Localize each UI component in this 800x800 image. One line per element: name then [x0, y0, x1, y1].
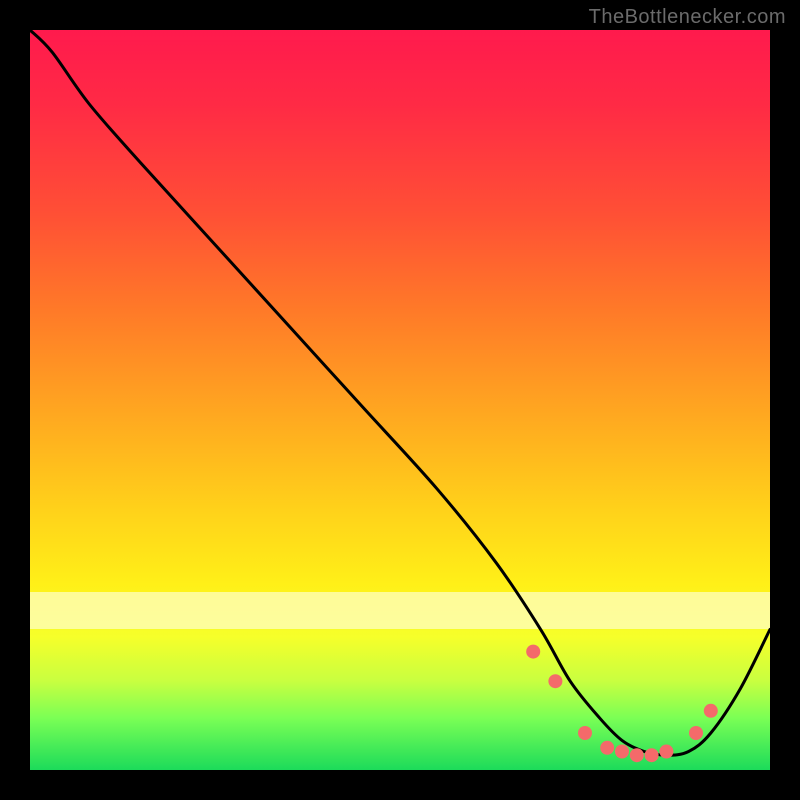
- chart-frame: TheBottleneсker.com: [0, 0, 800, 800]
- bottleneck-curve: [30, 30, 770, 755]
- marker-dot: [659, 745, 673, 759]
- marker-dot: [615, 745, 629, 759]
- marker-dot: [578, 726, 592, 740]
- marker-dot: [600, 741, 614, 755]
- curve-markers: [526, 645, 718, 763]
- watermark-text: TheBottleneсker.com: [589, 6, 786, 29]
- marker-dot: [548, 674, 562, 688]
- marker-dot: [704, 704, 718, 718]
- marker-dot: [645, 748, 659, 762]
- chart-svg: [30, 30, 770, 770]
- marker-dot: [689, 726, 703, 740]
- marker-dot: [526, 645, 540, 659]
- plot-area: [30, 30, 770, 770]
- marker-dot: [630, 748, 644, 762]
